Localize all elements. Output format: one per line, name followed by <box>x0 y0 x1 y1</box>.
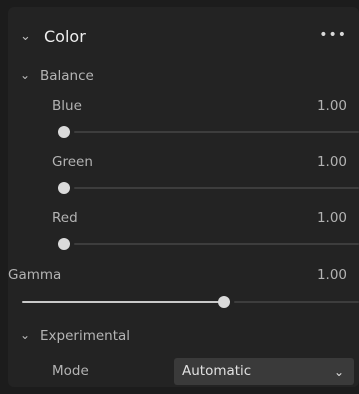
color-panel: ⌄ Color ••• ⌄ Balance Blue 1.00 Green 1.… <box>8 7 359 387</box>
chevron-down-icon[interactable]: ⌄ <box>20 329 30 341</box>
slider-label-blue: Blue <box>52 98 82 114</box>
slider-track-green[interactable] <box>74 187 359 189</box>
balance-subsection-header[interactable]: ⌄ Balance <box>20 67 320 87</box>
subsection-title: Balance <box>40 68 94 84</box>
chevron-down-icon[interactable]: ⌄ <box>334 365 344 379</box>
slider-label-green: Green <box>52 154 93 170</box>
slider-label-red: Red <box>52 210 78 226</box>
more-icon[interactable]: ••• <box>319 27 347 43</box>
slider-track-red[interactable] <box>74 243 359 245</box>
slider-thumb-red[interactable] <box>58 238 70 250</box>
slider-thumb-blue[interactable] <box>58 126 70 138</box>
slider-value-blue[interactable]: 1.00 <box>317 97 347 115</box>
slider-value-gamma[interactable]: 1.00 <box>317 266 347 284</box>
slider-thumb-gamma[interactable] <box>218 296 231 308</box>
slider-track-gamma[interactable] <box>234 301 359 303</box>
slider-thumb-green[interactable] <box>58 182 70 194</box>
chevron-down-icon[interactable]: ⌄ <box>20 69 30 81</box>
slider-track-blue[interactable] <box>74 131 359 133</box>
slider-value-green[interactable]: 1.00 <box>317 153 347 171</box>
experimental-subsection-header[interactable]: ⌄ Experimental <box>20 327 320 347</box>
mode-select[interactable]: Automatic ⌄ <box>174 358 354 385</box>
slider-fill-gamma <box>22 301 225 303</box>
color-section-header[interactable]: ⌄ Color ••• <box>20 26 351 52</box>
chevron-down-icon[interactable]: ⌄ <box>20 30 31 43</box>
subsection-title: Experimental <box>40 328 131 344</box>
mode-select-value: Automatic <box>182 363 252 379</box>
slider-value-red[interactable]: 1.00 <box>317 209 347 227</box>
slider-label-gamma: Gamma <box>8 267 62 283</box>
mode-label: Mode <box>52 363 89 379</box>
section-title: Color <box>44 27 86 46</box>
